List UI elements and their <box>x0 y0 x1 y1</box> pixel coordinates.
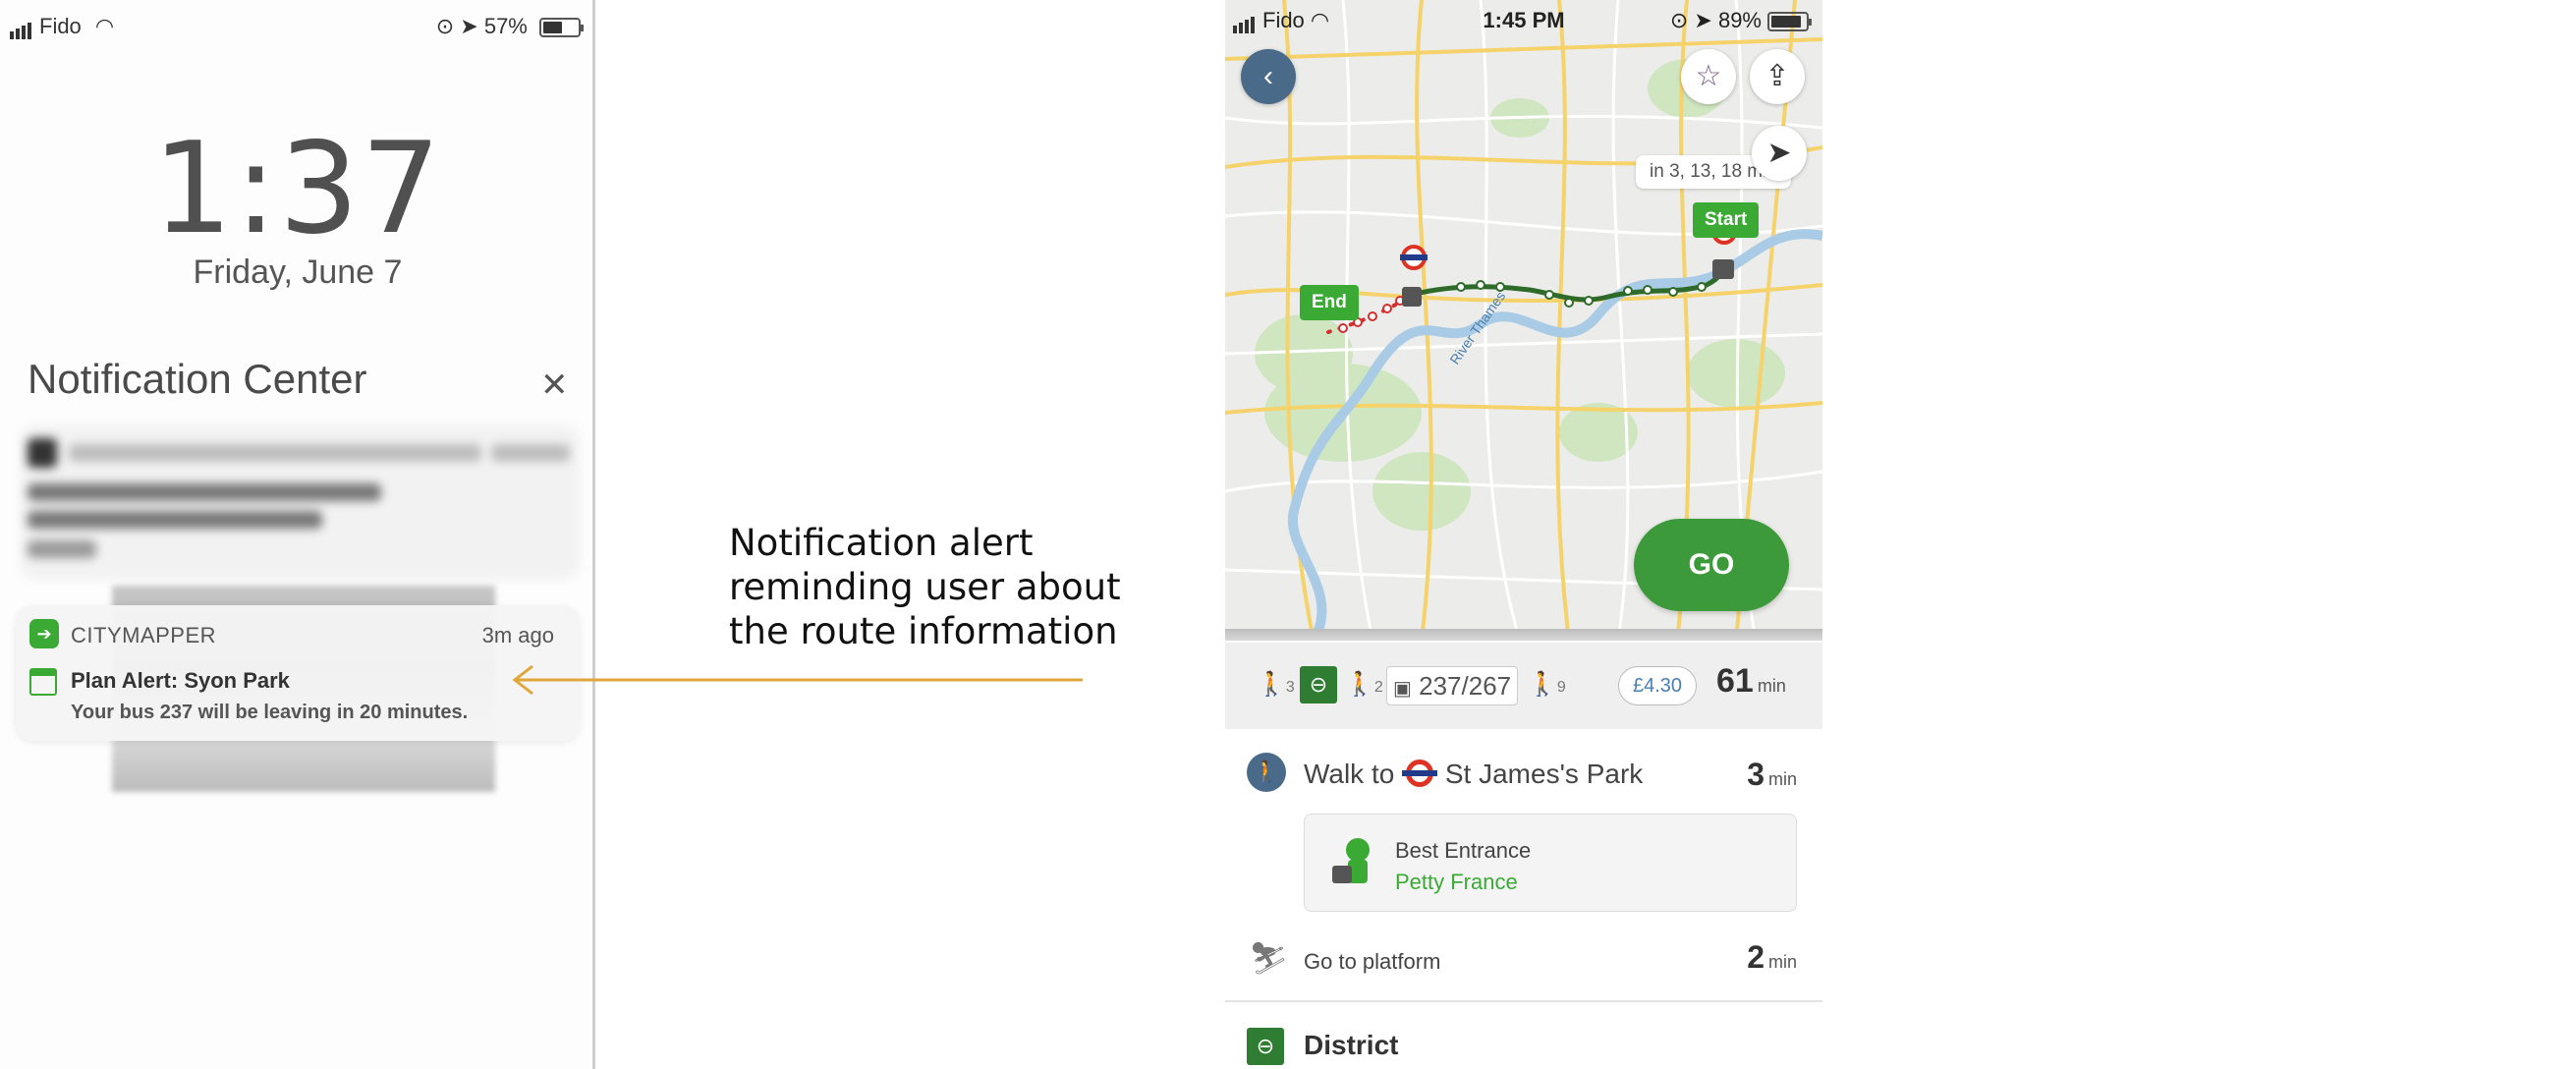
best-entrance-label: Best Entrance <box>1395 838 1532 863</box>
blurred-notification[interactable] <box>20 424 580 580</box>
walk-segment: 🚶2 <box>1345 670 1383 699</box>
star-icon: ☆ <box>1695 60 1722 92</box>
min-unit: min <box>1757 676 1786 696</box>
share-button[interactable]: ⇪ <box>1750 49 1805 104</box>
walk-minutes: 2 <box>1373 679 1383 696</box>
status-right: ⊙ ➤ 89% <box>1669 8 1812 33</box>
carrier-label: Fido <box>39 14 82 38</box>
bus-icon: ▣ <box>1393 678 1412 700</box>
wifi-icon: ◠ <box>94 14 115 38</box>
walk-step-minutes: 3 min <box>1747 757 1797 793</box>
location-icon: ➤ <box>460 14 478 38</box>
best-entrance-card[interactable]: Best Entrance Petty France <box>1304 814 1797 912</box>
citymapper-notification[interactable]: ➔ CITYMAPPER 3m ago Plan Alert: Syon Par… <box>16 605 580 741</box>
carrier: Fido ◠ <box>10 14 114 39</box>
notification-title: Plan Alert: Syon Park <box>71 668 290 693</box>
battery-percent: 57% <box>483 14 528 38</box>
minutes-value: 2 <box>1747 939 1764 975</box>
location-icon: ➤ <box>1694 8 1712 32</box>
route-summary-bar[interactable]: 🚶3 ⊖ 🚶2 ▣ 237/267 🚶9 £4.30 61 min <box>1225 643 1822 729</box>
share-icon: ⇪ <box>1764 60 1790 92</box>
notification-app-name: CITYMAPPER <box>71 623 217 647</box>
escalator-icon: ⛷ <box>1249 940 1289 976</box>
walk-to-prefix: Walk to <box>1304 759 1395 789</box>
chevron-left-icon: ‹ <box>1263 60 1273 92</box>
platform-step-label[interactable]: Go to platform <box>1304 949 1440 975</box>
end-flag: End <box>1300 285 1359 320</box>
route-map[interactable]: River Thames Fido ◠ 1:45 PM ⊙ ➤ 89% ‹ ☆ … <box>1225 0 1822 641</box>
lock-date: Friday, June 7 <box>193 253 403 291</box>
underground-roundel-icon <box>1402 760 1438 787</box>
walk-minutes: 3 <box>1285 679 1295 696</box>
station-entrance-icon <box>1332 838 1370 883</box>
walk-step-label[interactable]: Walk to St James's Park <box>1304 759 1643 790</box>
station-name: St James's Park <box>1444 759 1644 789</box>
fare-badge[interactable]: £4.30 <box>1618 666 1698 705</box>
walking-icon: 🚶 <box>1528 671 1557 698</box>
status-bar: Fido ◠ ⊙ ➤ 57% <box>0 0 592 51</box>
calendar-icon <box>29 668 57 696</box>
walking-icon: 🚶 <box>1345 671 1374 698</box>
annotation-line: Notification alert <box>729 522 1034 564</box>
status-bar: Fido ◠ 1:45 PM ⊙ ➤ 89% <box>1225 0 1822 43</box>
lock-screen: Fido ◠ ⊙ ➤ 57% 1:37 Friday, June 7 Notif… <box>0 0 595 1069</box>
walk-minutes: 9 <box>1556 679 1566 696</box>
bus-badge: ▣ 237/267 <box>1386 666 1519 705</box>
tube-icon: ⊖ <box>1247 1028 1284 1065</box>
citymapper-screen: River Thames Fido ◠ 1:45 PM ⊙ ➤ 89% ‹ ☆ … <box>1225 0 1822 1069</box>
walking-icon: 🚶 <box>1257 671 1286 698</box>
walking-icon: 🚶 <box>1247 753 1286 792</box>
navigation-arrow-icon: ➤ <box>1766 137 1792 169</box>
annotation-line: the route information <box>729 610 1118 652</box>
battery-icon <box>1767 12 1812 32</box>
annotation-text: Notification alert reminding user about … <box>729 521 1122 653</box>
min-unit: min <box>1767 952 1797 972</box>
best-entrance-value: Petty France <box>1395 870 1518 894</box>
walk-segment: 🚶9 <box>1528 670 1566 699</box>
notification-time: 3m ago <box>481 623 554 647</box>
status-right: ⊙ ➤ 57% <box>435 14 584 39</box>
min-unit: min <box>1767 769 1797 789</box>
notification-body: Your bus 237 will be leaving in 20 minut… <box>71 702 469 723</box>
annotation-arrow <box>512 664 1083 696</box>
tube-icon: ⊖ <box>1300 666 1337 703</box>
locate-me-button[interactable]: ➤ <box>1752 126 1807 181</box>
line-name[interactable]: District <box>1304 1030 1398 1061</box>
map-drag-edge[interactable] <box>1225 629 1822 641</box>
walk-segment: 🚶3 <box>1257 670 1295 699</box>
total-minutes: 61 <box>1716 662 1754 700</box>
favorite-button[interactable]: ☆ <box>1681 49 1736 104</box>
minutes-value: 3 <box>1747 757 1764 792</box>
total-duration: 61 min <box>1716 662 1786 701</box>
rotation-lock-icon: ⊙ <box>1669 8 1689 32</box>
rotation-lock-icon: ⊙ <box>435 14 455 38</box>
start-flag: Start <box>1693 202 1760 238</box>
divider <box>1225 1000 1822 1002</box>
back-button[interactable]: ‹ <box>1241 49 1296 104</box>
platform-step-minutes: 2 min <box>1747 939 1797 976</box>
annotation-line: reminding user about <box>729 566 1121 608</box>
close-icon[interactable]: ✕ <box>540 366 569 405</box>
notification-center-title: Notification Center <box>28 356 367 402</box>
battery-icon <box>539 18 584 38</box>
battery-percent: 89% <box>1717 8 1762 32</box>
lock-time: 1:37 <box>152 116 443 262</box>
underground-roundel-icon <box>1400 245 1428 270</box>
bus-routes: 237/267 <box>1419 671 1512 701</box>
go-button[interactable]: GO <box>1634 519 1789 611</box>
signal-icon <box>10 14 33 39</box>
citymapper-app-icon: ➔ <box>29 619 59 648</box>
